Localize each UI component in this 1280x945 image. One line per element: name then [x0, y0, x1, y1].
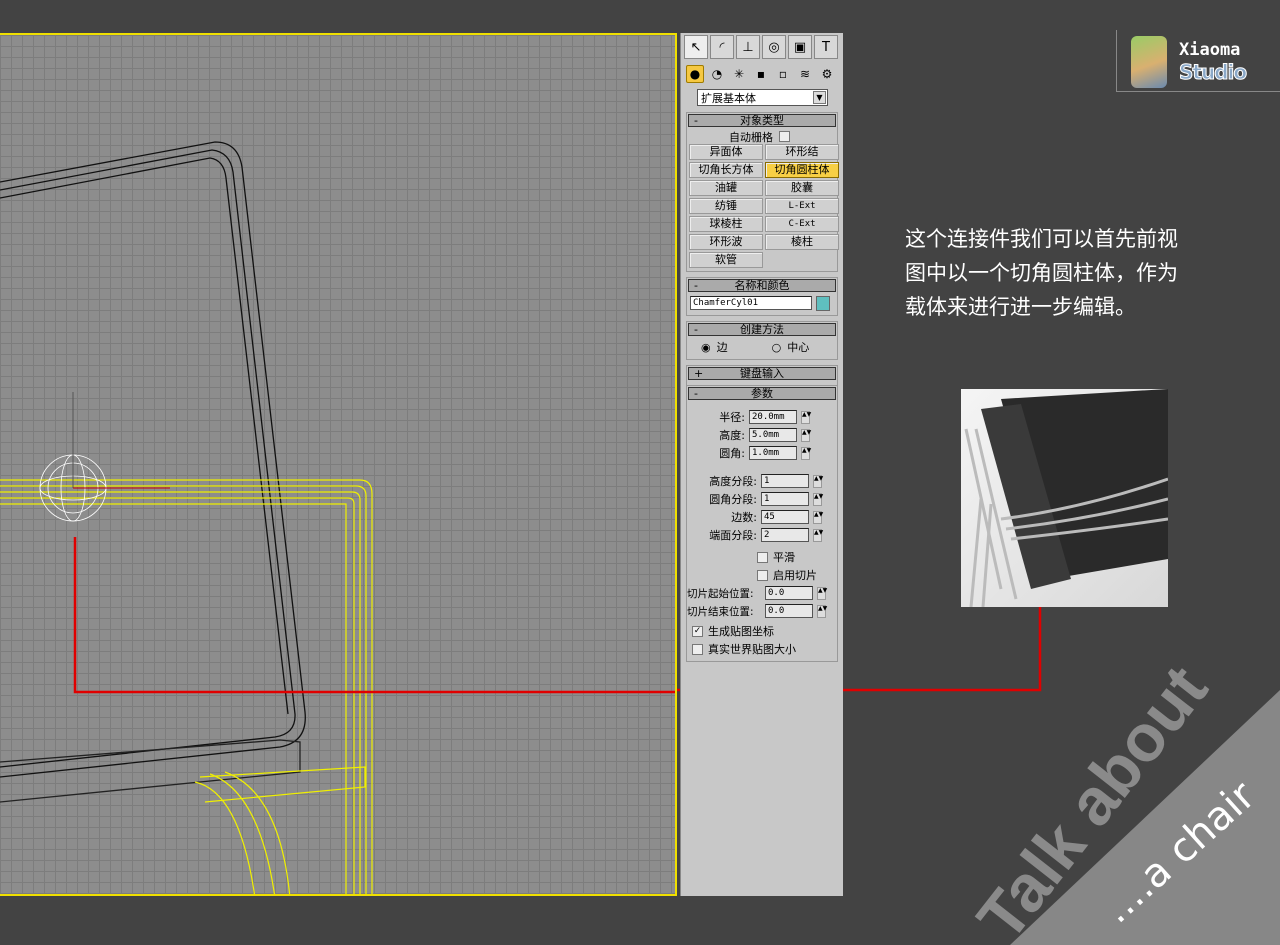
keyboard-header[interactable]: + 键盘输入: [688, 367, 836, 380]
fillet-segments-label: 圆角分段:: [709, 493, 757, 506]
slice-from-input[interactable]: 0.0: [765, 586, 813, 600]
cap-segments-label: 端面分段:: [709, 529, 757, 542]
height-segments-input[interactable]: 1: [761, 474, 809, 488]
cap-segments-input[interactable]: 2: [761, 528, 809, 542]
slice-on-label: 启用切片: [773, 569, 817, 582]
btn-lext[interactable]: L-Ext: [765, 198, 839, 214]
height-segments-spinner[interactable]: ▲▼: [813, 474, 823, 488]
btn-capsule[interactable]: 胶囊: [765, 180, 839, 196]
category-value: 扩展基本体: [701, 91, 756, 105]
radius-spinner[interactable]: ▲▼: [801, 410, 811, 424]
display-tab-icon[interactable]: ▣: [788, 35, 812, 59]
radio-edge[interactable]: ◉: [701, 341, 711, 354]
object-name-input[interactable]: ChamferCyl01: [690, 296, 812, 310]
command-panel: ↖ ◜ ⊥ ◎ ▣ T ● ◔ ✳ ▪ ▫ ≋ ⚙ 扩展基本体 ▼ - 对象类型 自…: [680, 33, 843, 896]
category-dropdown[interactable]: 扩展基本体 ▼: [697, 89, 828, 106]
name-color-rollout: - 名称和颜色 ChamferCyl01: [686, 277, 838, 316]
object-type-header[interactable]: - 对象类型: [688, 114, 836, 127]
creation-method-header[interactable]: - 创建方法: [688, 323, 836, 336]
name-color-header[interactable]: - 名称和颜色: [688, 279, 836, 292]
object-type-rollout: - 对象类型 自动栅格 异面体 环形结 切角长方体 切角圆柱体 油罐 胶囊 纺锤 …: [686, 112, 839, 272]
btn-hose[interactable]: 软管: [689, 252, 763, 268]
shapes-icon[interactable]: ◔: [708, 65, 726, 83]
slice-from-spinner[interactable]: ▲▼: [817, 586, 827, 600]
modify-tab-icon[interactable]: ◜: [710, 35, 734, 59]
motion-tab-icon[interactable]: ◎: [762, 35, 786, 59]
cameras-icon[interactable]: ▪: [752, 65, 770, 83]
parameters-header[interactable]: - 参数: [688, 387, 836, 400]
gen-map-checkbox[interactable]: ✓: [692, 625, 703, 637]
sides-spinner[interactable]: ▲▼: [813, 510, 823, 524]
autogrid-label: 自动栅格: [729, 130, 773, 144]
mascot-icon: [1131, 36, 1167, 88]
btn-hedra[interactable]: 异面体: [689, 144, 763, 160]
height-spinner[interactable]: ▲▼: [801, 428, 811, 442]
height-label: 高度:: [719, 429, 745, 442]
btn-chamferbox[interactable]: 切角长方体: [689, 162, 763, 178]
utilities-tab-icon[interactable]: T: [814, 35, 838, 59]
btn-oiltank[interactable]: 油罐: [689, 180, 763, 196]
smooth-label: 平滑: [773, 551, 795, 564]
height-segments-label: 高度分段:: [709, 475, 757, 488]
radius-label: 半径:: [719, 411, 745, 424]
fillet-spinner[interactable]: ▲▼: [801, 446, 811, 460]
center-label: 中心: [787, 341, 810, 354]
rollout-title: 创建方法: [740, 323, 784, 336]
sides-input[interactable]: 45: [761, 510, 809, 524]
slice-on-checkbox[interactable]: [757, 569, 768, 581]
spacewarps-icon[interactable]: ≋: [796, 65, 814, 83]
parameters-rollout: - 参数 半径: 20.0mm ▲▼ 高度: 5.0mm ▲▼ 圆角: 1.0mm ▲▼ 高度…: [686, 385, 838, 662]
btn-prism[interactable]: 棱柱: [765, 234, 839, 250]
rollout-title: 名称和颜色: [734, 279, 790, 292]
real-world-checkbox[interactable]: [692, 643, 703, 655]
helpers-icon[interactable]: ▫: [774, 65, 792, 83]
fillet-segments-spinner[interactable]: ▲▼: [813, 492, 823, 506]
btn-torusknot[interactable]: 环形结: [765, 144, 839, 160]
slice-to-spinner[interactable]: ▲▼: [817, 604, 827, 618]
fillet-label: 圆角:: [719, 447, 745, 460]
chevron-down-icon[interactable]: ▼: [813, 91, 826, 104]
geometry-icon[interactable]: ●: [686, 65, 704, 83]
fillet-segments-input[interactable]: 1: [761, 492, 809, 506]
slice-to-label: 切片结束位置:: [687, 605, 754, 618]
front-viewport[interactable]: [0, 33, 677, 896]
xiaoma-studio-logo: Xiaoma Studio: [1116, 30, 1280, 92]
btn-ringwave[interactable]: 环形波: [689, 234, 763, 250]
fillet-input[interactable]: 1.0mm: [749, 446, 797, 460]
tagline-sub: ....a chair: [1094, 772, 1265, 932]
edge-label: 边: [716, 341, 728, 354]
cap-segments-spinner[interactable]: ▲▼: [813, 528, 823, 542]
real-world-label: 真实世界贴图大小: [708, 643, 796, 656]
keyboard-rollout: + 键盘输入: [686, 365, 838, 385]
lights-icon[interactable]: ✳: [730, 65, 748, 83]
rollout-title: 键盘输入: [740, 367, 784, 380]
object-color-swatch[interactable]: [816, 295, 830, 311]
radio-center[interactable]: ○: [772, 341, 782, 354]
autogrid-checkbox[interactable]: [779, 131, 790, 142]
rollout-title: 对象类型: [740, 114, 784, 127]
gen-map-label: 生成贴图坐标: [708, 625, 774, 638]
create-tab-icon[interactable]: ↖: [684, 35, 708, 59]
btn-spindle[interactable]: 纺锤: [689, 198, 763, 214]
chair-photo: [961, 389, 1168, 607]
hierarchy-tab-icon[interactable]: ⊥: [736, 35, 760, 59]
slice-from-label: 切片起始位置:: [687, 587, 754, 600]
creation-method-rollout: - 创建方法 ◉ 边 ○ 中心: [686, 321, 838, 360]
viewport-wireframe: [0, 141, 675, 894]
height-input[interactable]: 5.0mm: [749, 428, 797, 442]
radius-input[interactable]: 20.0mm: [749, 410, 797, 424]
sides-label: 边数:: [731, 511, 757, 524]
description-text: 这个连接件我们可以首先前视图中以一个切角圆柱体，作为载体来进行进一步编辑。: [905, 227, 1178, 319]
rollout-title: 参数: [751, 387, 773, 400]
systems-icon[interactable]: ⚙: [818, 65, 836, 83]
smooth-checkbox[interactable]: [757, 551, 768, 563]
btn-cext[interactable]: C-Ext: [765, 216, 839, 232]
btn-gengon[interactable]: 球棱柱: [689, 216, 763, 232]
slice-to-input[interactable]: 0.0: [765, 604, 813, 618]
stacked-chairs-image: [964, 389, 1168, 607]
btn-chamfercyl[interactable]: 切角圆柱体: [765, 162, 839, 178]
